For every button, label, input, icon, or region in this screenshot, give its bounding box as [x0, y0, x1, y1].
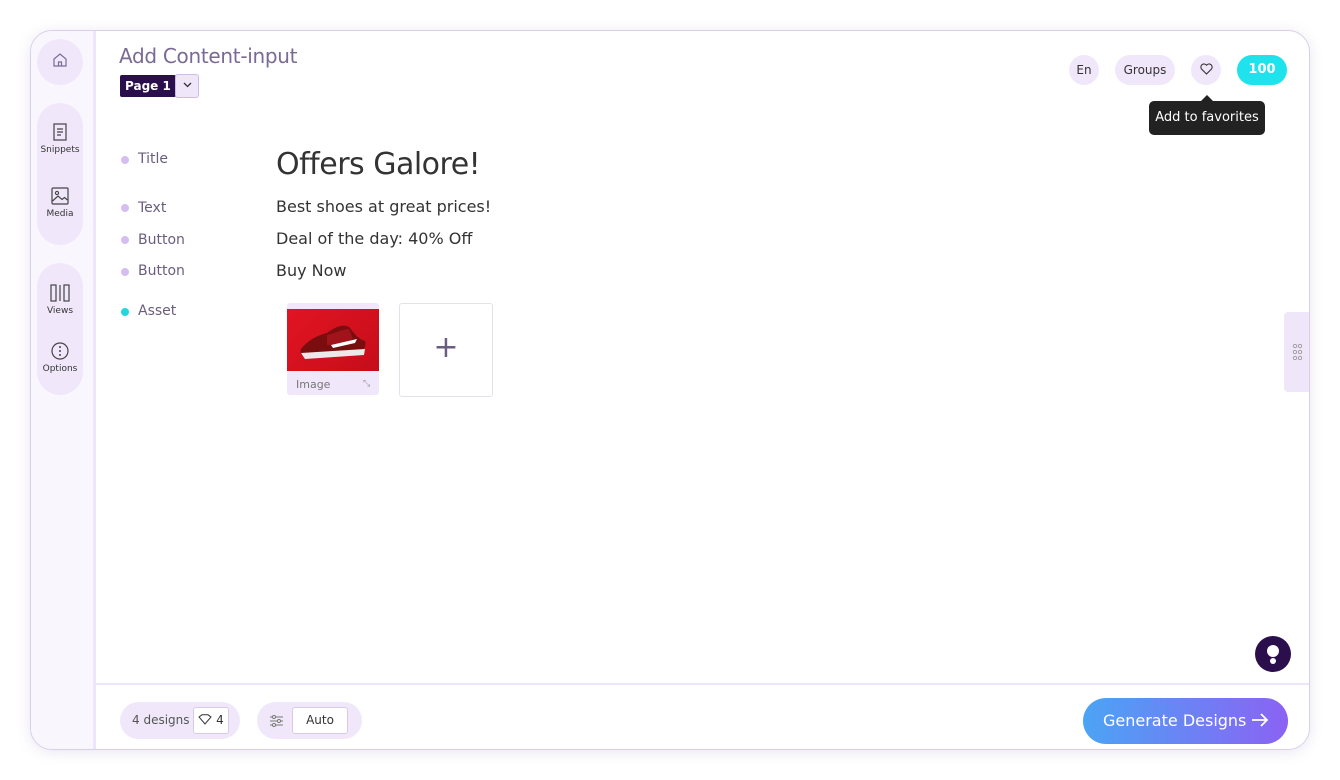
- asset-field-dot: [121, 308, 129, 316]
- button-field-label: Button: [138, 263, 185, 279]
- text-field-dot: [121, 204, 129, 212]
- credits-badge[interactable]: 100: [1237, 55, 1287, 85]
- media-label: Media: [46, 209, 74, 219]
- app-window: Snippets Media Views Options Add Content…: [30, 30, 1310, 750]
- footer-bar: 4 designs 4 Auto Generate Designs: [96, 683, 1309, 749]
- content-tools-pill: Snippets Media: [37, 103, 83, 245]
- mode-pill: Auto: [257, 702, 362, 739]
- text-field-label: Text: [138, 200, 167, 216]
- columns-icon: [37, 284, 83, 302]
- home-pill: [37, 39, 83, 85]
- resize-icon[interactable]: ⤡: [363, 379, 370, 389]
- asset-card[interactable]: Image ⤡: [287, 303, 379, 395]
- snippets-label: Snippets: [40, 145, 80, 155]
- snippets-button[interactable]: Snippets: [37, 123, 83, 155]
- asset-field-label: Asset: [138, 303, 177, 319]
- shoe-image: [287, 309, 379, 371]
- assistant-button[interactable]: [1255, 636, 1291, 672]
- page-dropdown-button[interactable]: [175, 74, 199, 98]
- button-input[interactable]: Deal of the day: 40% Off: [276, 229, 472, 248]
- title-field-dot: [121, 156, 129, 164]
- designs-label: 4 designs: [132, 713, 190, 727]
- text-input[interactable]: Best shoes at great prices!: [276, 197, 491, 216]
- designs-count-box[interactable]: 4: [193, 707, 229, 734]
- view-tools-pill: Views Options: [37, 263, 83, 395]
- button-field-dot: [121, 236, 129, 244]
- sidebar: Snippets Media Views Options: [31, 31, 96, 749]
- title-field-label: Title: [138, 151, 169, 167]
- sliders-icon[interactable]: [269, 713, 284, 732]
- options-button[interactable]: Options: [37, 342, 83, 374]
- page-title: Add Content-input: [119, 44, 298, 68]
- grip-dots-icon: [1284, 343, 1309, 396]
- heart-icon: [1199, 63, 1213, 77]
- diamond-icon: [198, 713, 216, 727]
- button-field-label: Button: [138, 232, 185, 248]
- designs-count-pill: 4 designs 4: [120, 702, 240, 739]
- views-label: Views: [46, 306, 74, 316]
- button-input[interactable]: Buy Now: [276, 261, 347, 280]
- asset-caption: Image: [296, 378, 331, 391]
- designs-count: 4: [216, 713, 224, 727]
- more-vertical-icon: [37, 342, 83, 360]
- add-asset-button[interactable]: +: [399, 303, 493, 397]
- title-input[interactable]: Offers Galore!: [276, 147, 481, 182]
- generate-designs-button[interactable]: Generate Designs: [1083, 698, 1288, 744]
- page-selector[interactable]: Page 1: [120, 75, 176, 97]
- favorites-tooltip: Add to favorites: [1149, 95, 1265, 135]
- chevron-down-icon: [176, 82, 198, 88]
- media-button[interactable]: Media: [37, 187, 83, 219]
- panel-drag-handle[interactable]: [1284, 312, 1309, 392]
- home-icon: [37, 52, 83, 68]
- groups-button[interactable]: Groups: [1115, 55, 1175, 85]
- document-icon: [37, 123, 83, 141]
- options-label: Options: [42, 364, 78, 374]
- home-button[interactable]: [37, 52, 83, 68]
- generate-designs-label: Generate Designs: [1103, 711, 1247, 730]
- arrow-right-icon: [1251, 712, 1269, 732]
- views-button[interactable]: Views: [37, 284, 83, 316]
- assistant-icon: [1255, 645, 1291, 676]
- button-field-dot: [121, 268, 129, 276]
- image-icon: [37, 187, 83, 205]
- favorite-button[interactable]: [1191, 55, 1221, 85]
- mode-selector[interactable]: Auto: [292, 707, 348, 734]
- language-button[interactable]: En: [1069, 55, 1099, 85]
